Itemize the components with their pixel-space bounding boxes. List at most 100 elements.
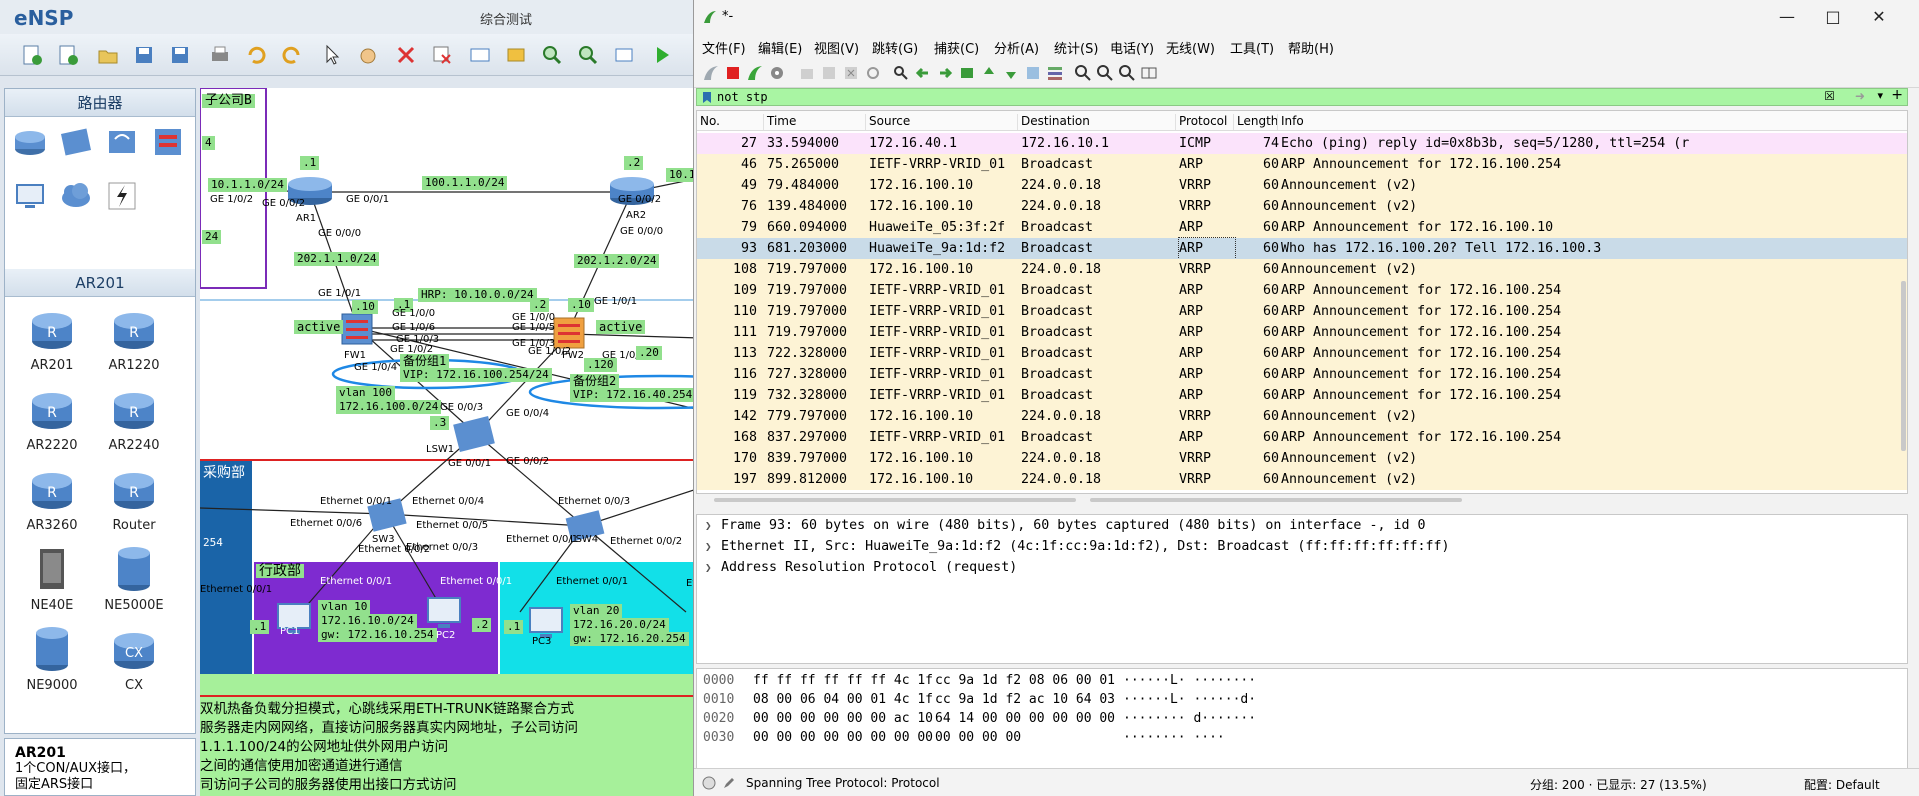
wireless-category-icon[interactable] bbox=[105, 125, 139, 159]
expand-arrow-icon[interactable]: ❯ bbox=[705, 515, 712, 536]
status-profile[interactable]: 配置: Default bbox=[1804, 776, 1880, 793]
packet-row[interactable]: 170 839.797000 172.16.100.10 224.0.0.18 VRRP… bbox=[697, 448, 1907, 469]
zoom-in-icon[interactable] bbox=[1074, 64, 1092, 82]
new-topology-icon[interactable] bbox=[20, 43, 44, 67]
switch-category-icon[interactable] bbox=[59, 125, 93, 159]
device-ne40e[interactable]: NE40E bbox=[15, 545, 89, 613]
reload-icon[interactable] bbox=[864, 64, 882, 82]
device-ne9000[interactable]: NE9000 bbox=[15, 625, 89, 693]
clear-filter-icon[interactable]: ☒ bbox=[1824, 89, 1835, 103]
menu-wireless[interactable]: 无线(W) bbox=[1166, 38, 1215, 57]
hscrollbar-right[interactable] bbox=[1090, 498, 1462, 502]
go-forward-icon[interactable] bbox=[936, 64, 954, 82]
column-info[interactable]: Info bbox=[1277, 114, 1304, 130]
menu-file[interactable]: 文件(F) bbox=[702, 38, 746, 57]
undo-icon[interactable] bbox=[244, 43, 268, 67]
column-source[interactable]: Source bbox=[865, 114, 910, 130]
menu-go[interactable]: 跳转(G) bbox=[872, 38, 918, 57]
restart-capture-icon[interactable] bbox=[746, 64, 764, 82]
start-capture-icon[interactable] bbox=[702, 64, 720, 82]
add-filter-button-icon[interactable]: + bbox=[1891, 87, 1903, 103]
resize-columns-icon[interactable] bbox=[1140, 64, 1158, 82]
packet-row[interactable]: 46 75.265000 IETF-VRRP-VRID_01 Broadcast ARP… bbox=[697, 154, 1907, 175]
packet-bytes[interactable]: 0000 ff ff ff ff ff ff 4c 1f cc 9a 1d f2 0… bbox=[696, 668, 1908, 770]
filter-dropdown-icon[interactable]: ▾ bbox=[1877, 89, 1883, 102]
expert-info-icon[interactable] bbox=[702, 776, 716, 790]
device-cx[interactable]: CX CX bbox=[97, 625, 171, 693]
packet-row[interactable]: 27 33.594000 172.16.40.1 172.16.10.1 ICMP 74 E… bbox=[697, 133, 1907, 154]
new-lab-icon[interactable] bbox=[56, 43, 80, 67]
packet-row[interactable]: 197 899.812000 172.16.100.10 224.0.0.18 VRRP… bbox=[697, 469, 1907, 490]
cloud-category-icon[interactable] bbox=[59, 179, 93, 213]
menu-help[interactable]: 帮助(H) bbox=[1288, 38, 1334, 57]
delete-icon[interactable] bbox=[394, 43, 418, 67]
menu-tools[interactable]: 工具(T) bbox=[1230, 38, 1274, 57]
fit-icon[interactable] bbox=[612, 43, 636, 67]
expand-arrow-icon[interactable]: ❯ bbox=[705, 536, 712, 557]
text-icon[interactable] bbox=[468, 43, 492, 67]
redo-icon[interactable] bbox=[280, 43, 304, 67]
packet-row[interactable]: 119 732.328000 IETF-VRRP-VRID_01 Broadcast A… bbox=[697, 385, 1907, 406]
menu-analyze[interactable]: 分析(A) bbox=[994, 38, 1039, 57]
packet-row[interactable]: 110 719.797000 IETF-VRRP-VRID_01 Broadcast A… bbox=[697, 301, 1907, 322]
menu-edit[interactable]: 编辑(E) bbox=[758, 38, 802, 57]
router-category-icon[interactable] bbox=[13, 125, 47, 159]
packet-list-scrollbar[interactable] bbox=[1901, 281, 1906, 451]
menu-capture[interactable]: 捕获(C) bbox=[934, 38, 979, 57]
column-no[interactable]: No. bbox=[697, 114, 720, 130]
zoom-out-icon[interactable] bbox=[1096, 64, 1114, 82]
connection-category-icon[interactable] bbox=[105, 179, 139, 213]
delete-link-icon[interactable] bbox=[430, 43, 454, 67]
autoscroll-icon[interactable] bbox=[1024, 64, 1042, 82]
device-ar2240[interactable]: R AR2240 bbox=[97, 385, 171, 453]
display-filter-bar[interactable]: not stp ☒ ➜ ▾ + bbox=[696, 87, 1908, 106]
packet-details[interactable]: ❯ Frame 93: 60 bytes on wire (480 bits), … bbox=[696, 514, 1908, 664]
device-ar201[interactable]: R AR201 bbox=[15, 305, 89, 373]
packet-row[interactable]: 49 79.484000 172.16.100.10 224.0.0.18 VRRP 60… bbox=[697, 175, 1907, 196]
menu-view[interactable]: 视图(V) bbox=[814, 38, 859, 57]
pc-category-icon[interactable] bbox=[13, 179, 47, 213]
device-router[interactable]: R Router bbox=[97, 465, 171, 533]
packet-row[interactable]: 142 779.797000 172.16.100.10 224.0.0.18 VRRP… bbox=[697, 406, 1907, 427]
zoom-out-icon[interactable] bbox=[576, 43, 600, 67]
packet-row[interactable]: 76 139.484000 172.16.100.10 224.0.0.18 VRRP 6… bbox=[697, 196, 1907, 217]
packet-list[interactable]: No. Time Source Destination Protocol Len… bbox=[696, 110, 1908, 494]
palette-icon[interactable] bbox=[504, 43, 528, 67]
column-time[interactable]: Time bbox=[763, 114, 796, 130]
go-to-packet-icon[interactable] bbox=[958, 64, 976, 82]
packet-row[interactable]: 113 722.328000 IETF-VRRP-VRID_01 Broadcast A… bbox=[697, 343, 1907, 364]
maximize-icon[interactable]: □ bbox=[1810, 4, 1856, 30]
go-back-icon[interactable] bbox=[914, 64, 932, 82]
hscrollbar-left[interactable] bbox=[714, 498, 1076, 502]
start-devices-icon[interactable] bbox=[650, 43, 674, 67]
open-icon[interactable] bbox=[96, 43, 120, 67]
find-packet-icon[interactable] bbox=[892, 64, 910, 82]
device-ar2220[interactable]: R AR2220 bbox=[15, 385, 89, 453]
column-length[interactable]: Length bbox=[1233, 114, 1278, 130]
apply-filter-icon[interactable]: ➜ bbox=[1855, 89, 1865, 103]
topology-canvas[interactable]: 子公司B 4 10.1.1.0/24 GE 1/0/2 GE 0/0/2 AR1… bbox=[200, 88, 700, 796]
device-ar3260[interactable]: R AR3260 bbox=[15, 465, 89, 533]
first-packet-icon[interactable] bbox=[980, 64, 998, 82]
edit-comment-icon[interactable] bbox=[722, 776, 736, 790]
open-file-icon[interactable] bbox=[798, 64, 816, 82]
pan-hand-icon[interactable] bbox=[356, 43, 380, 67]
menu-statistics[interactable]: 统计(S) bbox=[1054, 38, 1098, 57]
packet-row[interactable]: 108 719.797000 172.16.100.10 224.0.0.18 VRRP… bbox=[697, 259, 1907, 280]
stop-capture-icon[interactable] bbox=[724, 64, 742, 82]
normal-size-icon[interactable] bbox=[1118, 64, 1136, 82]
menu-telephony[interactable]: 电话(Y) bbox=[1110, 38, 1154, 57]
packet-row[interactable]: 168 837.297000 IETF-VRRP-VRID_01 Broadcast A… bbox=[697, 427, 1907, 448]
packet-row[interactable]: 93 681.203000 HuaweiTe_9a:1d:f2 Broadcast AR… bbox=[697, 237, 1907, 260]
packet-row[interactable]: 79 660.094000 HuaweiTe_05:3f:2f Broadcast AR… bbox=[697, 217, 1907, 238]
minimize-icon[interactable]: — bbox=[1764, 4, 1810, 30]
close-file-icon[interactable] bbox=[842, 64, 860, 82]
display-filter-input[interactable]: not stp bbox=[717, 90, 768, 104]
zoom-in-icon[interactable] bbox=[540, 43, 564, 67]
column-destination[interactable]: Destination bbox=[1017, 114, 1090, 130]
print-icon[interactable] bbox=[208, 43, 232, 67]
expand-arrow-icon[interactable]: ❯ bbox=[705, 557, 712, 578]
save-as-icon[interactable] bbox=[168, 43, 192, 67]
packet-row[interactable]: 111 719.797000 IETF-VRRP-VRID_01 Broadcast A… bbox=[697, 322, 1907, 343]
packet-row[interactable]: 109 719.797000 IETF-VRRP-VRID_01 Broadcast A… bbox=[697, 280, 1907, 301]
